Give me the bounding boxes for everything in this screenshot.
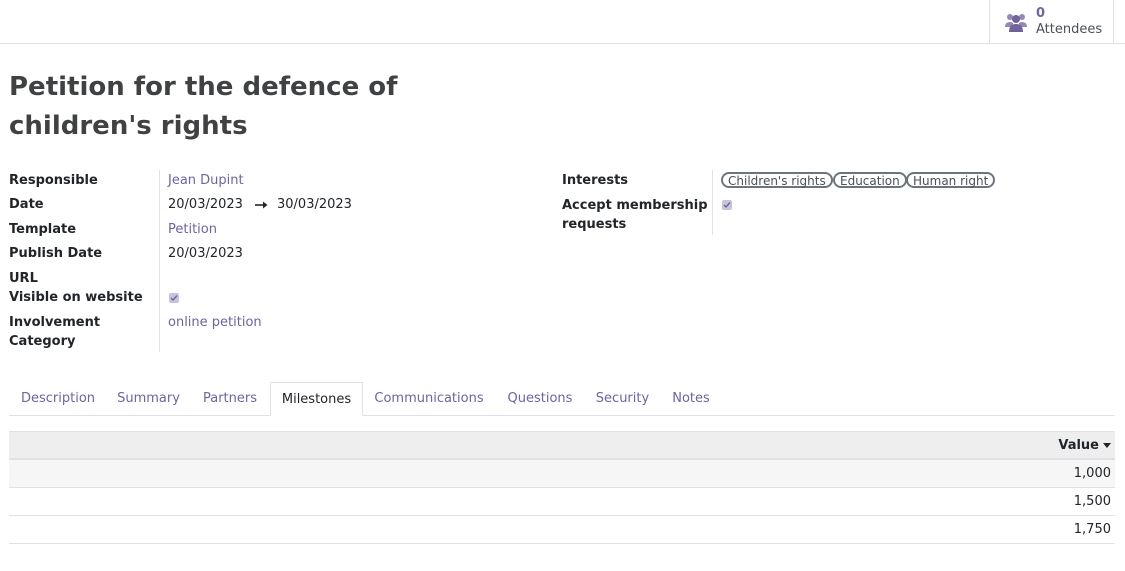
- milestones-table-header: Value: [9, 431, 1115, 460]
- value-column-label: Value: [1058, 438, 1099, 453]
- interest-tag[interactable]: Children's rights: [721, 172, 833, 188]
- visible-website-label: Visible on website: [9, 290, 143, 305]
- tab-description[interactable]: Description: [9, 382, 107, 415]
- table-row[interactable]: 1,500: [9, 488, 1115, 516]
- responsible-value[interactable]: Jean Dupint: [168, 171, 244, 190]
- attendees-stat-button[interactable]: 0 Attendees: [989, 0, 1114, 43]
- tab-notes[interactable]: Notes: [660, 382, 722, 415]
- tab-milestones[interactable]: Milestones: [270, 382, 363, 416]
- right-group-divider: [712, 170, 713, 235]
- publish-date-value[interactable]: 20/03/2023: [168, 244, 243, 263]
- table-row[interactable]: 1,750: [9, 516, 1115, 544]
- involvement-label-line1: Involvement: [9, 315, 101, 330]
- interest-tag[interactable]: Human right: [906, 172, 996, 188]
- involvement-category-value[interactable]: online petition: [168, 313, 262, 332]
- publish-date-label: Publish Date: [9, 246, 103, 261]
- arrow-right-icon: [255, 201, 268, 209]
- tab-summary[interactable]: Summary: [107, 382, 190, 415]
- membership-label-line1: Accept membership: [562, 198, 708, 213]
- involvement-label-line2: Category: [9, 334, 76, 349]
- template-value[interactable]: Petition: [168, 220, 217, 239]
- table-row[interactable]: 1,000: [9, 460, 1115, 488]
- interest-tag[interactable]: Education: [833, 172, 907, 188]
- attendees-count: 0: [1036, 6, 1046, 21]
- attendees-label: Attendees: [1036, 22, 1103, 37]
- value-column-header[interactable]: Value: [1058, 438, 1111, 453]
- check-icon: [723, 202, 731, 209]
- tab-security[interactable]: Security: [585, 382, 660, 415]
- left-group-divider: [159, 170, 160, 352]
- responsible-label: Responsible: [9, 173, 98, 188]
- notebook-tabs: Description Summary Partners Milestones …: [9, 382, 1115, 416]
- page-title: Petition for the defence of children's r…: [9, 72, 398, 141]
- interests-label: Interests: [562, 173, 629, 188]
- visible-website-checkbox[interactable]: [169, 293, 179, 303]
- value-cell: 1,500: [1073, 494, 1111, 509]
- accept-membership-checkbox[interactable]: [722, 200, 732, 210]
- membership-label-line2: requests: [562, 217, 627, 232]
- template-label: Template: [9, 222, 77, 237]
- date-end[interactable]: 30/03/2023: [277, 195, 352, 214]
- date-start[interactable]: 20/03/2023: [168, 195, 243, 214]
- value-cell: 1,750: [1073, 522, 1111, 537]
- tab-communications[interactable]: Communications: [363, 382, 495, 415]
- tab-partners[interactable]: Partners: [190, 382, 270, 415]
- value-cell: 1,000: [1073, 466, 1111, 481]
- check-icon: [170, 295, 178, 302]
- url-label: URL: [9, 271, 38, 286]
- sort-caret-icon: [1103, 443, 1111, 448]
- tab-questions[interactable]: Questions: [495, 382, 585, 415]
- top-control-bar: 0 Attendees: [0, 0, 1125, 44]
- users-icon: [1005, 14, 1027, 32]
- date-label: Date: [9, 197, 44, 212]
